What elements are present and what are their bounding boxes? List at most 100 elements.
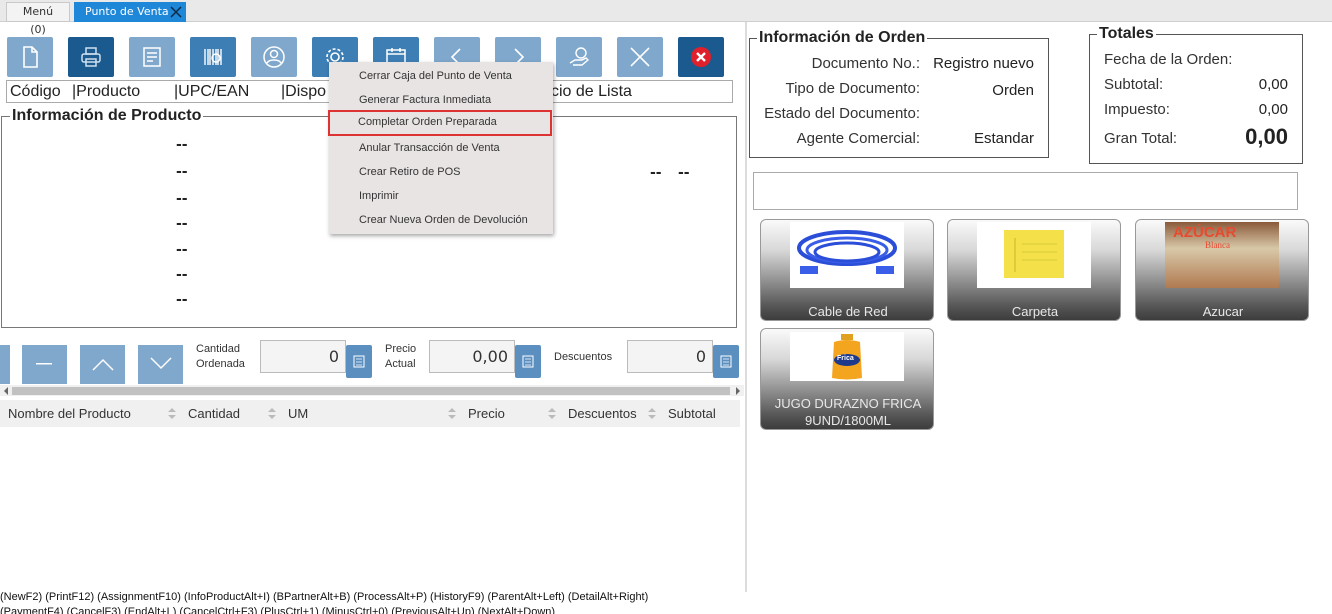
product-info-value: --: [650, 165, 662, 181]
product-tile-carpeta[interactable]: Carpeta: [947, 219, 1121, 321]
shortcuts-line-2: (PaymentF4) (CancelF3) (EndAlt+L) (Cance…: [0, 606, 556, 614]
documento-value: Registro nuevo: [933, 55, 1034, 72]
sugar-type-text: Blanca: [1205, 240, 1230, 250]
menu-item-crear-retiro[interactable]: Crear Retiro de POS: [329, 160, 553, 184]
product-name: Carpeta: [1011, 304, 1059, 319]
menu-item-generar-factura[interactable]: Generar Factura Inmediata: [329, 88, 553, 112]
calculator-icon: [353, 355, 365, 368]
header-disponible: |Dispo: [281, 83, 327, 100]
descuentos-input[interactable]: 0: [627, 340, 713, 373]
sort-icon[interactable]: [268, 408, 276, 419]
previous-line-button[interactable]: [80, 345, 125, 384]
fecha-orden-label: Fecha de la Orden:: [1104, 51, 1233, 68]
order-info-legend: Información de Orden: [757, 28, 928, 48]
menu-item-cerrar-caja[interactable]: Cerrar Caja del Punto de Venta: [329, 64, 553, 88]
order-lines-grid-header: Nombre del Producto Cantidad UM Precio D…: [0, 400, 740, 427]
totals-legend: Totales: [1097, 24, 1156, 44]
payment-button[interactable]: [556, 37, 602, 77]
precio-label: Precio Actual: [385, 343, 417, 370]
product-image: AZÚCAR Blanca: [1165, 222, 1279, 288]
precio-calc-button[interactable]: [515, 345, 541, 378]
precio-input[interactable]: 0,00: [429, 340, 515, 373]
keyboard-shortcuts-bar: (NewF2) (PrintF12) (AssignmentF10) (Info…: [0, 590, 1332, 614]
column-precio[interactable]: Precio: [468, 400, 505, 427]
assignment-button[interactable]: [129, 37, 175, 77]
tab-punto-de-venta[interactable]: Punto de Venta: [74, 2, 186, 22]
gran-total-value: 0,00: [1245, 124, 1288, 149]
documento-label: Documento No.:: [811, 55, 920, 72]
scroll-left-icon[interactable]: [3, 387, 9, 395]
calculator-icon: [522, 355, 534, 368]
product-tile-cable-de-red[interactable]: Cable de Red: [760, 219, 934, 321]
subtotal-value: 0,00: [1258, 76, 1288, 93]
scroll-thumb[interactable]: [12, 387, 730, 395]
horizontal-scrollbar[interactable]: [0, 385, 744, 396]
next-line-button[interactable]: [138, 345, 183, 384]
product-info-value: --: [176, 267, 188, 283]
bpartner-button[interactable]: [251, 37, 297, 77]
product-info-value: --: [176, 137, 188, 153]
panel-divider: [745, 22, 747, 592]
column-um[interactable]: UM: [288, 400, 308, 427]
product-image: [790, 222, 904, 288]
column-cantidad[interactable]: Cantidad: [188, 400, 240, 427]
agente-value: Estandar: [973, 130, 1034, 147]
header-precio-lista: cio de Lista: [551, 83, 632, 100]
minus-button[interactable]: [22, 345, 67, 384]
sort-icon[interactable]: [548, 408, 556, 419]
impuesto-value: 0,00: [1258, 101, 1288, 118]
product-name: Azucar: [1202, 304, 1244, 319]
column-descuentos[interactable]: Descuentos: [568, 400, 637, 427]
print-button[interactable]: [68, 37, 114, 77]
plus-button[interactable]: [0, 345, 10, 384]
column-subtotal[interactable]: Subtotal: [668, 400, 716, 427]
chevron-up-icon: [92, 358, 114, 371]
product-info-value: --: [176, 242, 188, 258]
cantidad-label: Cantidad Ordenada: [196, 343, 245, 370]
menu-item-nueva-devolucion[interactable]: Crear Nueva Orden de Devolución: [329, 208, 553, 232]
sort-icon[interactable]: [448, 408, 456, 419]
scroll-right-icon[interactable]: [735, 387, 741, 395]
product-info-value: --: [678, 165, 690, 181]
tab-pos-label: Punto de Venta: [85, 5, 169, 18]
menu-item-completar-orden[interactable]: Completar Orden Preparada: [328, 110, 552, 136]
menu-item-imprimir[interactable]: Imprimir: [329, 184, 553, 208]
product-tile-jugo-durazno[interactable]: Frica JUGO DURAZNO FRICA 9UND/1800ML: [760, 328, 934, 430]
cantidad-calc-button[interactable]: [346, 345, 372, 378]
shortcuts-line-1: (NewF2) (PrintF12) (AssignmentF10) (Info…: [0, 591, 649, 603]
product-info-value: --: [176, 164, 188, 180]
close-icon[interactable]: [169, 5, 183, 19]
product-tile-azucar[interactable]: AZÚCAR Blanca Azucar: [1135, 219, 1309, 321]
menu-item-anular-transaccion[interactable]: Anular Transacción de Venta: [329, 136, 553, 160]
product-info-legend: Información de Producto: [10, 106, 204, 126]
sort-icon[interactable]: [168, 408, 176, 419]
descuentos-calc-button[interactable]: [713, 345, 739, 378]
exit-button[interactable]: [678, 37, 724, 77]
product-info-value: --: [176, 292, 188, 308]
estado-documento-label: Estado del Documento:: [764, 105, 920, 122]
new-document-icon: [23, 46, 38, 68]
sort-icon[interactable]: [648, 408, 656, 419]
column-nombre[interactable]: Nombre del Producto: [8, 400, 131, 427]
tab-menu[interactable]: Menú (0): [6, 2, 70, 36]
product-info-value: --: [176, 216, 188, 232]
impuesto-label: Impuesto:: [1104, 101, 1170, 118]
new-button[interactable]: [7, 37, 53, 77]
barcode-icon: [204, 49, 222, 65]
printer-icon: [81, 47, 101, 67]
header-codigo: Código: [10, 83, 61, 100]
cancel-button[interactable]: [617, 37, 663, 77]
header-upc: |UPC/EAN: [174, 83, 250, 100]
tipo-documento-label: Tipo de Documento:: [785, 80, 920, 97]
payment-hand-icon: [569, 47, 590, 66]
exit-icon: [691, 47, 711, 67]
subtotal-label: Subtotal:: [1104, 76, 1164, 93]
cantidad-input[interactable]: 0: [260, 340, 346, 373]
product-search-input[interactable]: [753, 172, 1298, 210]
agente-label: Agente Comercial:: [796, 130, 920, 147]
process-context-menu: Cerrar Caja del Punto de Venta Generar F…: [328, 62, 553, 234]
info-product-button[interactable]: [190, 37, 236, 77]
folder-icon: [1004, 230, 1064, 278]
minus-icon: [36, 363, 52, 365]
juice-brand-text: Frica: [837, 355, 854, 362]
